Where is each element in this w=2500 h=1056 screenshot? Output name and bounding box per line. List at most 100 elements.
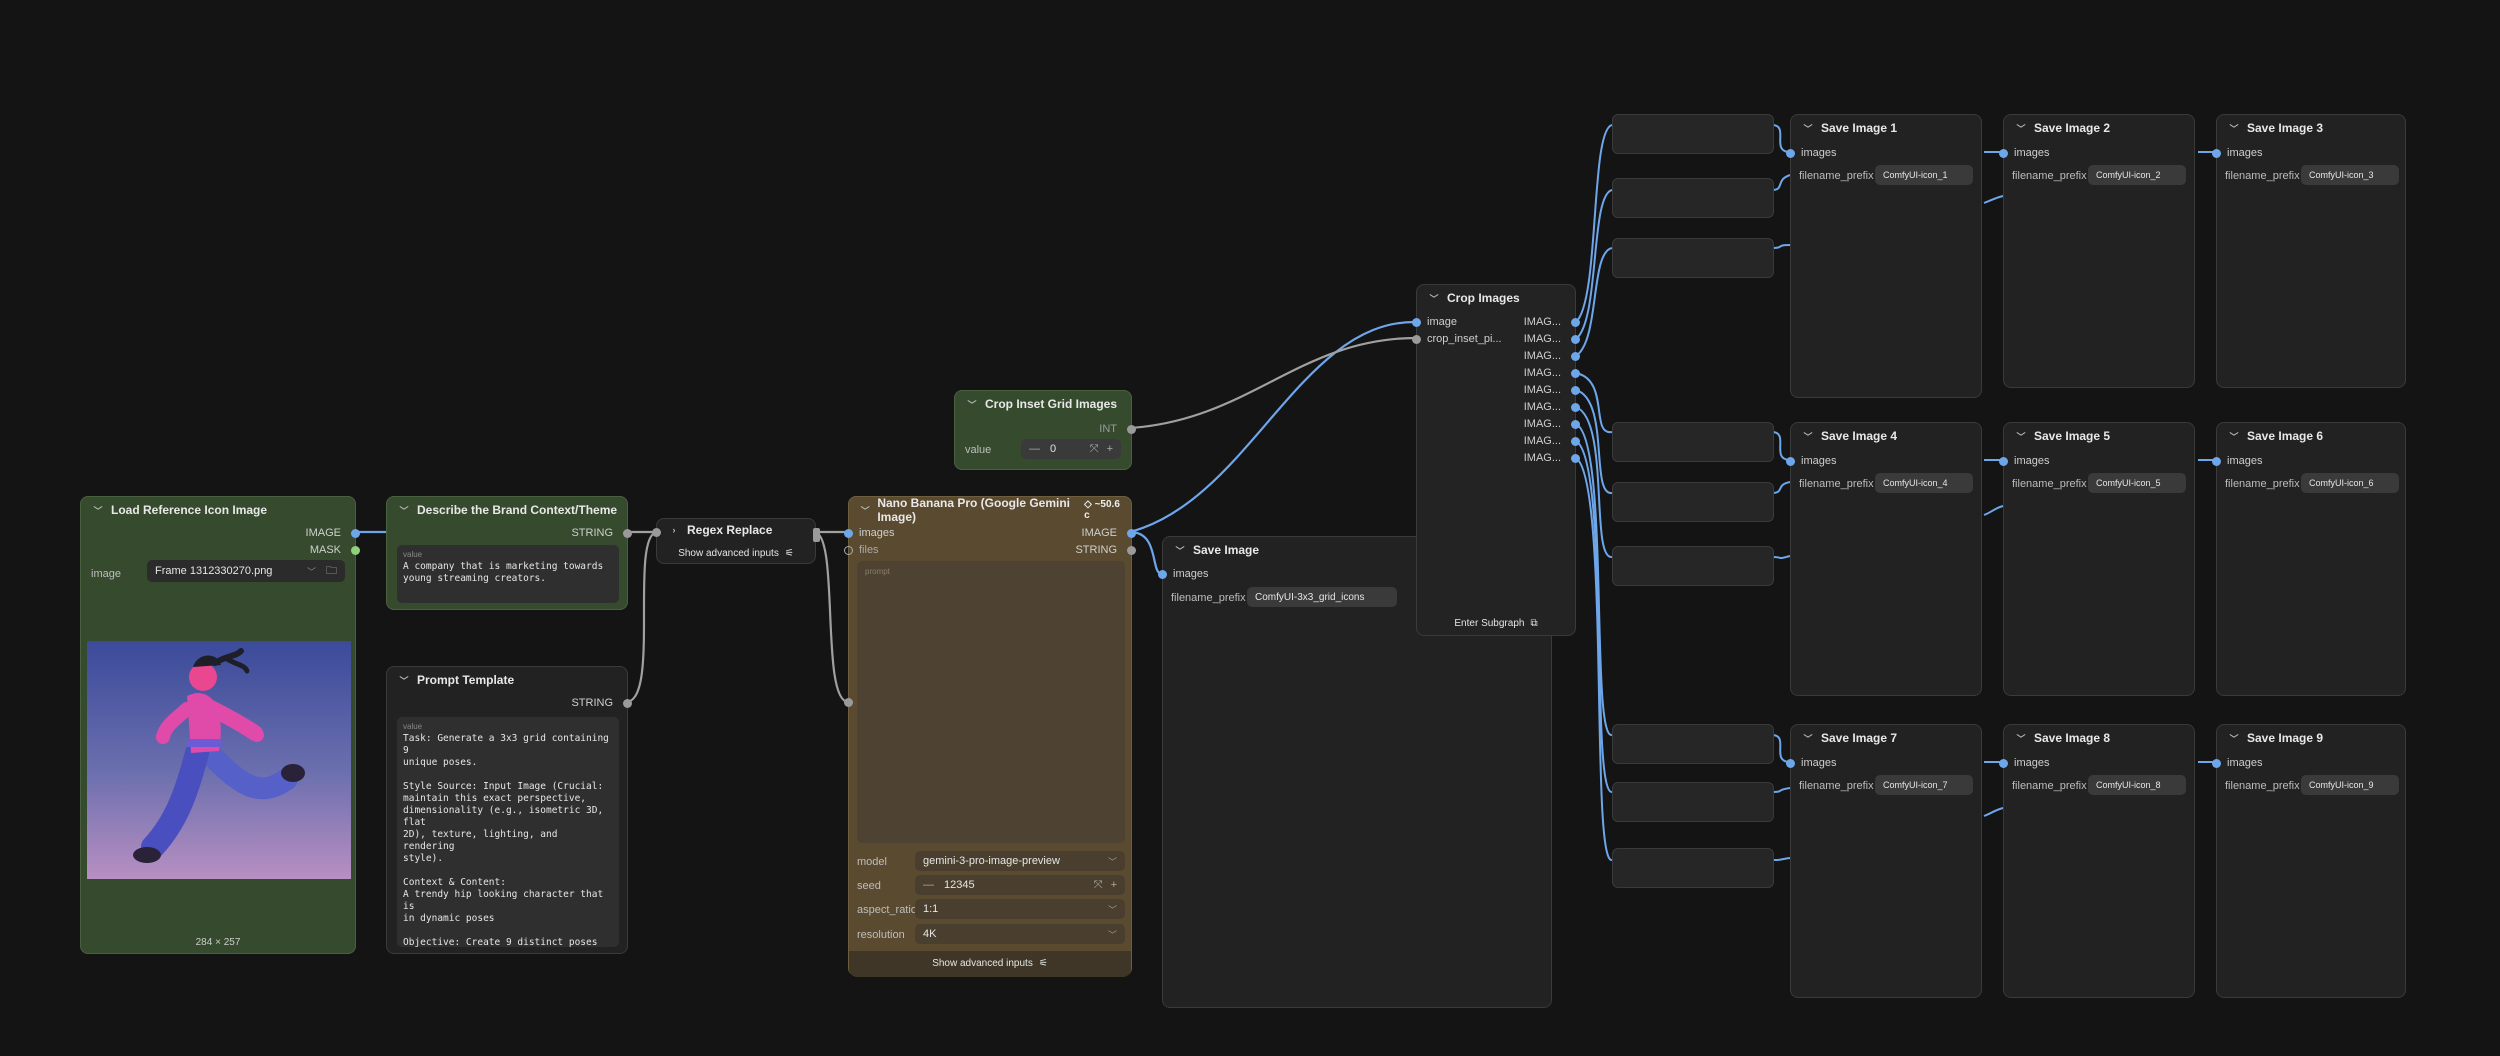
seed-stepper[interactable]: — 12345 ⤧ +: [915, 875, 1125, 895]
filename-prefix-input[interactable]: ComfyUI-icon_3: [2301, 165, 2399, 185]
collapse-chevron-icon[interactable]: ﹀: [859, 504, 871, 517]
output-string-socket[interactable]: [623, 529, 632, 538]
reroute-node[interactable]: [1612, 422, 1774, 462]
nano-banana-node[interactable]: ﹀ Nano Banana Pro (Google Gemini Image) ◇ …: [844, 496, 1136, 977]
collapse-chevron-icon[interactable]: ﹀: [1801, 732, 1815, 745]
upload-folder-icon[interactable]: 🗀: [326, 562, 337, 581]
input-images-socket[interactable]: [1999, 457, 2008, 466]
save-image-8-node[interactable]: ﹀ Save Image 8 images filename_prefix Com…: [1999, 724, 2195, 998]
input-images-socket[interactable]: [1158, 570, 1167, 579]
brand-context-node[interactable]: ﹀ Describe the Brand Context/Theme STRING…: [386, 496, 632, 610]
filename-prefix-input[interactable]: ComfyUI-icon_7: [1875, 775, 1973, 795]
collapse-chevron-icon[interactable]: ﹀: [2227, 122, 2241, 135]
save-image-5-node[interactable]: ﹀ Save Image 5 images filename_prefix Com…: [1999, 422, 2195, 696]
input-images-socket[interactable]: [1786, 149, 1795, 158]
filename-prefix-input[interactable]: ComfyUI-icon_6: [2301, 473, 2399, 493]
reroute-node[interactable]: [1612, 178, 1774, 218]
enter-subgraph-button[interactable]: Enter Subgraph ⧉: [1417, 615, 1575, 631]
reroute-node[interactable]: [1612, 482, 1774, 522]
collapse-chevron-icon[interactable]: ﹀: [397, 674, 411, 687]
filename-prefix-input[interactable]: ComfyUI-icon_8: [2088, 775, 2186, 795]
filename-prefix-input[interactable]: ComfyUI-icon_9: [2301, 775, 2399, 795]
collapse-chevron-icon[interactable]: ﹀: [1427, 292, 1441, 305]
collapse-chevron-icon[interactable]: ﹀: [2014, 430, 2028, 443]
save-image-9-node[interactable]: ﹀ Save Image 9 images filename_prefix Com…: [2212, 724, 2406, 998]
output-socket-2[interactable]: [1571, 335, 1580, 344]
input-images-socket[interactable]: [1999, 759, 2008, 768]
reroute-node[interactable]: [1612, 546, 1774, 586]
filename-prefix-input[interactable]: ComfyUI-3x3_grid_icons: [1247, 587, 1397, 607]
output-socket-9[interactable]: [1571, 454, 1580, 463]
resolution-select[interactable]: 4K ﹀: [915, 924, 1125, 944]
collapse-chevron-icon[interactable]: ﹀: [2227, 430, 2241, 443]
collapse-chevron-icon[interactable]: ﹀: [965, 398, 979, 411]
decrement-icon[interactable]: —: [923, 879, 934, 891]
output-socket-5[interactable]: [1571, 386, 1580, 395]
collapse-chevron-icon[interactable]: ﹀: [91, 504, 105, 517]
input-images-socket[interactable]: [844, 529, 853, 538]
output-socket-3[interactable]: [1571, 352, 1580, 361]
brand-value-textarea[interactable]: value A company that is marketing towards…: [397, 545, 619, 603]
filename-prefix-input[interactable]: ComfyUI-icon_4: [1875, 473, 1973, 493]
reroute-node[interactable]: [1612, 782, 1774, 822]
crop-images-node[interactable]: ﹀ Crop Images image crop_inset_pi... IMAG…: [1412, 284, 1580, 636]
regex-replace-node[interactable]: › Regex Replace Show advanced inputs ⚟: [652, 518, 820, 564]
input-socket[interactable]: [652, 528, 661, 537]
collapse-chevron-icon[interactable]: ﹀: [2227, 732, 2241, 745]
increment-icon[interactable]: +: [1107, 443, 1113, 455]
reroute-node[interactable]: [1612, 238, 1774, 278]
prompt-template-node[interactable]: ﹀ Prompt Template STRING value Task: Gener…: [386, 666, 632, 954]
output-socket-7[interactable]: [1571, 420, 1580, 429]
input-images-socket[interactable]: [2212, 149, 2221, 158]
input-inset-socket[interactable]: [1412, 335, 1421, 344]
output-image-socket[interactable]: [1127, 529, 1136, 538]
output-socket-8[interactable]: [1571, 437, 1580, 446]
filename-prefix-input[interactable]: ComfyUI-icon_2: [2088, 165, 2186, 185]
save-image-4-node[interactable]: ﹀ Save Image 4 images filename_prefix Com…: [1786, 422, 1982, 696]
input-images-socket[interactable]: [1786, 759, 1795, 768]
value-stepper[interactable]: — 0 ⤧ +: [1021, 439, 1121, 459]
reroute-node[interactable]: [1612, 848, 1774, 888]
input-images-socket[interactable]: [1999, 149, 2008, 158]
filename-prefix-input[interactable]: ComfyUI-icon_1: [1875, 165, 1973, 185]
output-string-socket[interactable]: [1127, 546, 1136, 555]
output-mask-socket[interactable]: [351, 546, 360, 555]
save-image-3-node[interactable]: ﹀ Save Image 3 images filename_prefix Com…: [2212, 114, 2406, 388]
link-icon[interactable]: ⤧: [1090, 443, 1099, 456]
save-image-7-node[interactable]: ﹀ Save Image 7 images filename_prefix Com…: [1786, 724, 1982, 998]
reroute-node[interactable]: [1612, 724, 1774, 764]
collapse-chevron-icon[interactable]: ﹀: [397, 504, 411, 517]
output-socket[interactable]: [813, 528, 820, 542]
output-socket-6[interactable]: [1571, 403, 1580, 412]
input-images-socket[interactable]: [2212, 759, 2221, 768]
increment-icon[interactable]: +: [1111, 879, 1117, 891]
input-image-socket[interactable]: [1412, 318, 1421, 327]
reroute-node[interactable]: [1612, 114, 1774, 154]
image-file-select[interactable]: Frame 1312330270.png ﹀ 🗀: [147, 560, 345, 582]
output-image-socket[interactable]: [351, 529, 360, 538]
aspect-ratio-select[interactable]: 1:1 ﹀: [915, 899, 1125, 919]
collapse-chevron-icon[interactable]: ﹀: [1801, 122, 1815, 135]
collapse-chevron-icon[interactable]: ﹀: [2014, 732, 2028, 745]
save-image-2-node[interactable]: ﹀ Save Image 2 images filename_prefix Com…: [1999, 114, 2195, 388]
load-image-node[interactable]: ﹀ Load Reference Icon Image IMAGE MASK im…: [80, 496, 360, 954]
collapse-chevron-icon[interactable]: ﹀: [1801, 430, 1815, 443]
output-int-socket[interactable]: [1127, 425, 1136, 434]
collapse-chevron-icon[interactable]: ﹀: [2014, 122, 2028, 135]
input-files-socket[interactable]: [844, 546, 853, 555]
prompt-template-textarea[interactable]: value Task: Generate a 3x3 grid containin…: [397, 717, 619, 947]
show-advanced-inputs-button[interactable]: Show advanced inputs ⚟: [657, 545, 815, 561]
input-images-socket[interactable]: [1786, 457, 1795, 466]
filename-prefix-input[interactable]: ComfyUI-icon_5: [2088, 473, 2186, 493]
prompt-input-socket[interactable]: [844, 698, 853, 707]
expand-chevron-icon[interactable]: ›: [667, 525, 681, 535]
crop-inset-node[interactable]: ﹀ Crop Inset Grid Images INT value — 0 ⤧ …: [954, 390, 1136, 470]
show-advanced-inputs-button[interactable]: Show advanced inputs ⚟: [849, 953, 1131, 973]
input-images-socket[interactable]: [2212, 457, 2221, 466]
save-image-6-node[interactable]: ﹀ Save Image 6 images filename_prefix Com…: [2212, 422, 2406, 696]
output-socket-4[interactable]: [1571, 369, 1580, 378]
link-icon[interactable]: ⤧: [1094, 879, 1103, 892]
output-socket-1[interactable]: [1571, 318, 1580, 327]
save-image-1-node[interactable]: ﹀ Save Image 1 images filename_prefix Com…: [1786, 114, 1982, 398]
model-select[interactable]: gemini-3-pro-image-preview ﹀: [915, 851, 1125, 871]
